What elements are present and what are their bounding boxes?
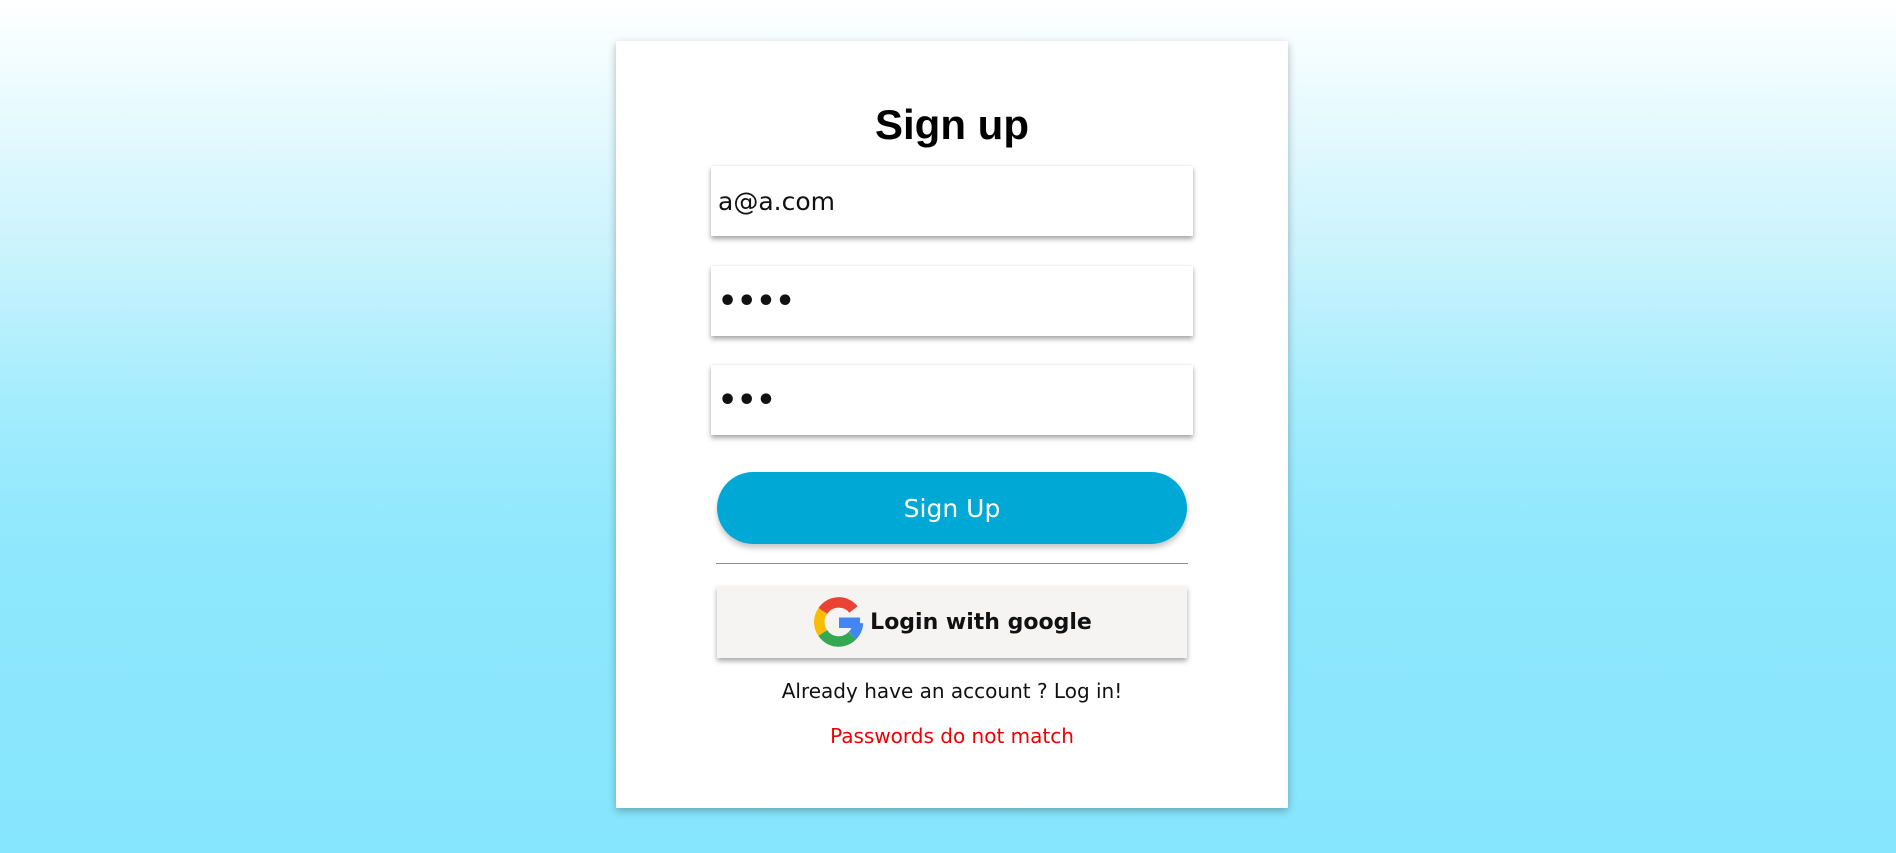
- confirm-password-field[interactable]: [718, 365, 1186, 435]
- signup-button[interactable]: Sign Up: [717, 472, 1187, 544]
- google-login-button[interactable]: Login with google: [717, 586, 1187, 658]
- login-link[interactable]: Log in!: [1054, 679, 1122, 703]
- confirm-password-field-wrapper: [711, 365, 1193, 435]
- signup-card: Sign up Sign Up Login with google: [616, 41, 1288, 808]
- error-message: Passwords do not match: [830, 724, 1074, 748]
- google-icon: [812, 595, 866, 649]
- divider: [716, 563, 1188, 564]
- email-field-wrapper: [711, 166, 1193, 236]
- email-field[interactable]: [718, 166, 1186, 236]
- password-field-wrapper: [711, 266, 1193, 336]
- login-prompt: Already have an account ? Log in!: [616, 677, 1288, 705]
- page-title: Sign up: [875, 101, 1029, 148]
- google-login-label: Login with google: [870, 609, 1092, 635]
- login-prompt-text: Already have an account ?: [781, 679, 1048, 703]
- password-field[interactable]: [718, 266, 1186, 336]
